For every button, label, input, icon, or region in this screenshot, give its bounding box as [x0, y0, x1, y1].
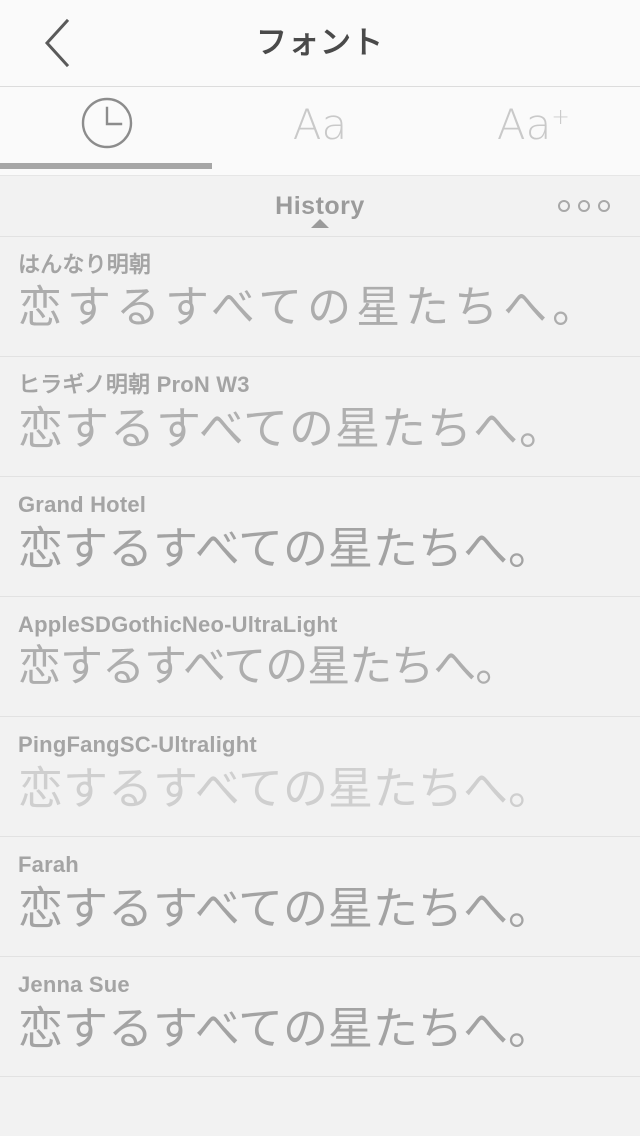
- chevron-left-icon: [40, 17, 74, 69]
- active-tab-indicator: [0, 163, 212, 169]
- font-sample-text: 恋するすべての星たちへ。: [18, 282, 602, 334]
- tab-bar: Aa Aa+: [0, 87, 640, 176]
- tab-add-font-text: Aa: [496, 100, 552, 149]
- section-bar: History: [0, 176, 640, 237]
- tab-history[interactable]: [0, 87, 213, 163]
- font-list-item[interactable]: Farah 恋するすべての星たちへ。: [0, 837, 640, 957]
- font-sample-text: 恋するすべての星たちへ。: [18, 642, 518, 693]
- tab-fonts[interactable]: Aa: [213, 87, 426, 163]
- font-name: ヒラギノ明朝 ProN W3: [18, 372, 250, 397]
- font-list-item[interactable]: ヒラギノ明朝 ProN W3 恋するすべての星たちへ。: [0, 357, 640, 477]
- tab-add-font[interactable]: Aa+: [427, 87, 640, 163]
- font-name: Farah: [18, 852, 79, 877]
- font-sample-text: 恋するすべての星たちへ。: [18, 1002, 554, 1056]
- font-list-item[interactable]: Jenna Sue 恋するすべての星たちへ。: [0, 957, 640, 1077]
- font-list-item[interactable]: はんなり明朝 恋するすべての星たちへ。: [0, 237, 640, 357]
- more-options-icon-dot-3: [598, 200, 610, 212]
- back-button[interactable]: [14, 0, 100, 86]
- more-options-icon-dot-2: [578, 200, 590, 212]
- font-sample-text: 恋するすべての星たちへ。: [18, 402, 566, 456]
- tab-fonts-label: Aa: [292, 100, 348, 149]
- font-name: はんなり明朝: [18, 252, 152, 277]
- navigation-bar: フォント: [0, 0, 640, 87]
- font-name: Jenna Sue: [18, 972, 130, 997]
- clock-icon: [80, 96, 134, 155]
- plus-icon: +: [551, 105, 570, 130]
- font-picker-screen: フォント Aa Aa+ History はんなり明朝 恋するすべての星たちへ。 …: [0, 0, 640, 1136]
- section-title[interactable]: History: [275, 192, 365, 221]
- more-options-icon-dot-1: [558, 200, 570, 212]
- font-list-item[interactable]: AppleSDGothicNeo-UltraLight 恋するすべての星たちへ。: [0, 597, 640, 717]
- font-sample-text: 恋するすべての星たちへ。: [18, 762, 554, 816]
- font-list[interactable]: はんなり明朝 恋するすべての星たちへ。 ヒラギノ明朝 ProN W3 恋するすべ…: [0, 237, 640, 1136]
- font-list-item[interactable]: Grand Hotel 恋するすべての星たちへ。: [0, 477, 640, 597]
- font-name: AppleSDGothicNeo-UltraLight: [18, 612, 338, 637]
- font-name: PingFangSC-Ultralight: [18, 732, 257, 757]
- more-options-button[interactable]: [544, 176, 624, 236]
- font-list-item[interactable]: PingFangSC-Ultralight 恋するすべての星たちへ。: [0, 717, 640, 837]
- font-name: Grand Hotel: [18, 492, 147, 517]
- triangle-up-icon: [311, 219, 329, 228]
- tab-add-font-label: Aa+: [497, 104, 570, 146]
- font-sample-text: 恋するすべての星たちへ。: [18, 882, 554, 936]
- font-sample-text: 恋するすべての星たちへ。: [18, 522, 554, 576]
